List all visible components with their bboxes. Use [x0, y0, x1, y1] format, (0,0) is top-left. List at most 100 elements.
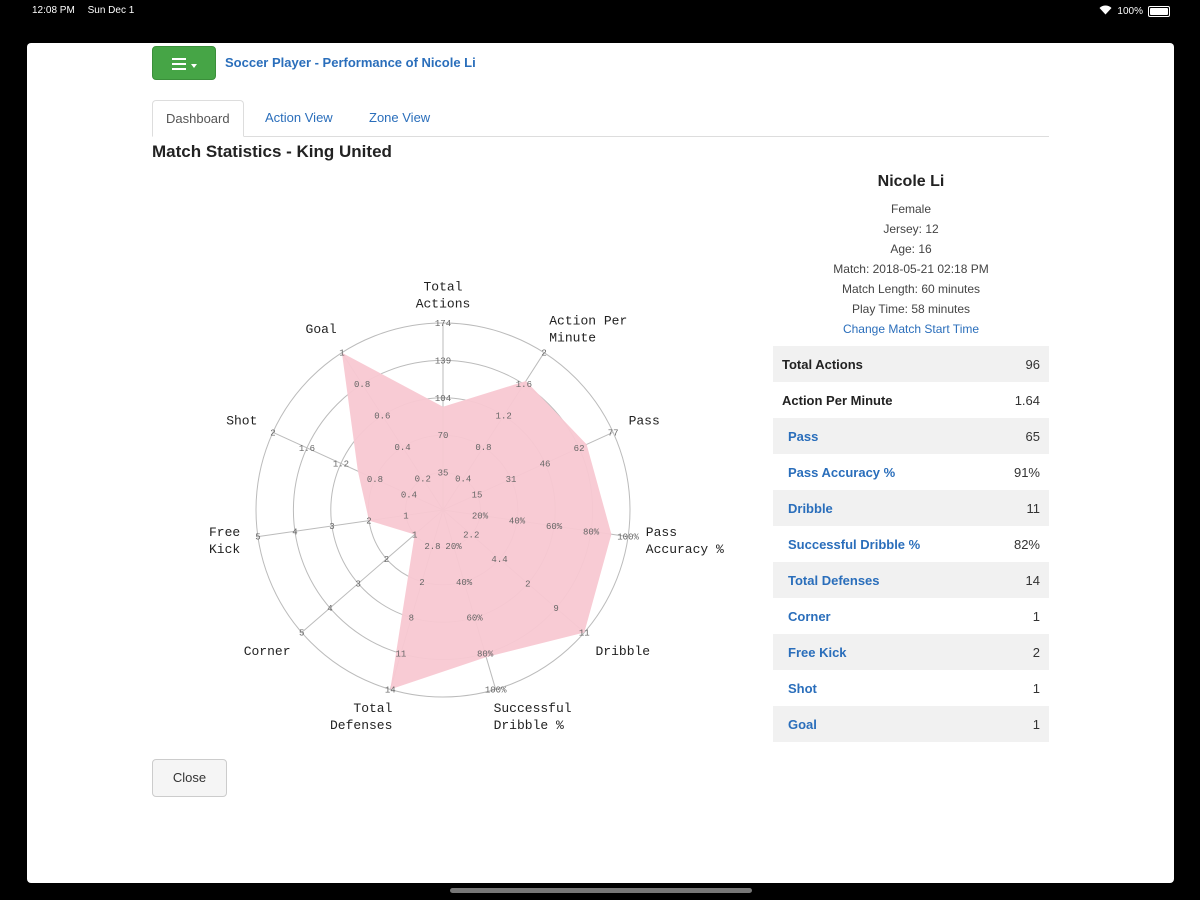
axis-label: Goal — [306, 322, 337, 337]
player-name: Nicole Li — [877, 173, 945, 190]
player-info: Nicole Li Female Jersey: 12 Age: 16 Matc… — [773, 173, 1049, 339]
player-jersey: Jersey: 12 — [883, 222, 939, 236]
tick-label: 2 — [366, 517, 371, 527]
axis-label: Dribble — [595, 644, 650, 659]
menu-button[interactable] — [152, 46, 216, 80]
tick-label: 0.4 — [394, 443, 410, 453]
stat-value: 2 — [988, 634, 1049, 670]
caret-down-icon — [191, 64, 197, 68]
tab-zone-view[interactable]: Zone View — [356, 100, 443, 136]
stat-label[interactable]: Goal — [773, 706, 989, 742]
tick-label: 100% — [617, 533, 639, 543]
stat-value: 82% — [1013, 536, 1040, 552]
tick-label: 100% — [485, 685, 507, 695]
axis-label: Minute — [549, 331, 596, 346]
axis-label: Actions — [416, 297, 471, 312]
tick-label: 104 — [435, 394, 451, 404]
stat-label[interactable]: Pass — [773, 418, 989, 454]
radar-chart: 35701041391740.40.81.21.62153146627720%4… — [209, 280, 724, 733]
tick-label: 62 — [574, 444, 585, 454]
stats-row: Corner 1 — [773, 598, 1049, 634]
tick-label: 174 — [435, 319, 451, 329]
stat-label[interactable]: Total Defenses — [773, 562, 989, 598]
stat-value: 1 — [988, 706, 1049, 742]
tick-label: 3 — [356, 579, 361, 589]
tab-bar: Dashboard Action View Zone View — [152, 100, 1049, 137]
tick-label: 0.4 — [401, 490, 417, 500]
stat-value: 1.64 — [1014, 392, 1040, 408]
tab-dashboard[interactable]: Dashboard — [152, 100, 244, 137]
stat-label[interactable]: Successful Dribble % — [773, 526, 988, 562]
axis-label: Free — [209, 525, 240, 540]
status-bar: 12:08 PM Sun Dec 1 100% — [0, 0, 1200, 22]
tick-label: 2 — [270, 428, 275, 438]
tick-label: 9 — [553, 604, 558, 614]
axis-label: Total — [353, 701, 392, 716]
tick-label: 5 — [255, 533, 260, 543]
tick-label: 60% — [546, 522, 563, 532]
tick-label: 1 — [412, 530, 417, 540]
tick-label: 80% — [583, 527, 600, 537]
tick-label: 77 — [608, 428, 619, 438]
stat-label: Total Actions — [773, 346, 989, 382]
tick-label: 35 — [438, 469, 449, 479]
tick-label: 139 — [435, 356, 451, 366]
match-datetime: Match: 2018-05-21 02:18 PM — [833, 262, 989, 276]
tick-label: 4.4 — [491, 555, 507, 565]
tick-label: 0.8 — [354, 380, 370, 390]
tick-label: 2 — [384, 555, 389, 565]
tick-label: 1.6 — [516, 380, 532, 390]
stat-value: 1 — [1032, 680, 1040, 696]
axis-label: Corner — [244, 644, 291, 659]
axis-label: Successful — [494, 701, 572, 716]
stats-row: Free Kick 2 — [773, 634, 1049, 670]
tick-label: 3 — [329, 522, 334, 532]
stat-label[interactable]: Free Kick — [773, 634, 989, 670]
stat-label[interactable]: Shot — [773, 670, 988, 706]
axis-label: Defenses — [330, 718, 392, 733]
wifi-icon — [1099, 5, 1112, 18]
stats-row: Shot 1 — [773, 670, 1049, 706]
page-title[interactable]: Soccer Player - Performance of Nicole Li — [225, 55, 476, 70]
tick-label: 20% — [472, 511, 489, 521]
play-time: Play Time: 58 minutes — [851, 302, 971, 316]
match-length: Match Length: 60 minutes — [841, 282, 981, 296]
tick-label: 31 — [506, 475, 517, 485]
tick-label: 0.8 — [367, 475, 383, 485]
battery-percent: 100% — [1117, 6, 1143, 17]
status-date: Sun Dec 1 — [87, 5, 135, 16]
axis-label: Pass — [646, 525, 677, 540]
change-match-start-link[interactable]: Change Match Start Time — [773, 319, 1049, 339]
tick-label: 4 — [327, 604, 332, 614]
tick-label: 20% — [445, 542, 462, 552]
stats-table: Total Actions 96 Action Per Minute 1.64 Pass… — [773, 346, 1049, 742]
stats-row: Total Actions 96 — [773, 346, 1049, 382]
stat-label[interactable]: Pass Accuracy % — [773, 454, 988, 490]
tick-label: 4 — [292, 527, 297, 537]
tab-action-view[interactable]: Action View — [252, 100, 346, 136]
stat-value: 1 — [1032, 608, 1040, 624]
performance-modal: Soccer Player - Performance of Nicole Li… — [27, 43, 1174, 883]
axis-label: Accuracy % — [646, 542, 724, 557]
section-title: Match Statistics - King United — [152, 142, 392, 161]
battery-icon — [1148, 6, 1170, 17]
axis-label: Shot — [226, 414, 257, 429]
tick-label: 1 — [403, 511, 408, 521]
tick-label: 11 — [579, 628, 590, 638]
tick-label: 5 — [299, 628, 304, 638]
tick-label: 40% — [456, 578, 473, 588]
stat-label[interactable]: Corner — [773, 598, 988, 634]
tick-label: 8 — [409, 614, 414, 624]
tick-label: 0.2 — [415, 475, 431, 485]
tick-label: 2.2 — [463, 530, 479, 540]
close-button[interactable]: Close — [152, 759, 227, 797]
tick-label: 2 — [541, 349, 546, 359]
stat-value: 14 — [988, 562, 1049, 598]
home-indicator — [450, 888, 752, 893]
tick-label: 80% — [477, 650, 494, 660]
player-age: Age: 16 — [890, 242, 932, 256]
stat-label[interactable]: Dribble — [773, 490, 989, 526]
axis-label: Pass — [629, 414, 660, 429]
tick-label: 2 — [419, 578, 424, 588]
player-gender: Female — [890, 202, 931, 216]
